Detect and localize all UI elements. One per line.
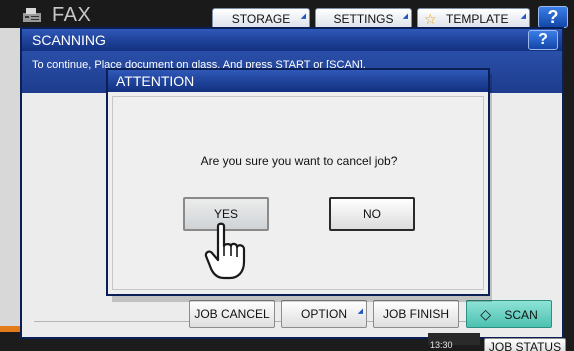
job-status-button[interactable]: JOB STATUS <box>484 338 566 351</box>
no-button[interactable]: NO <box>329 197 415 231</box>
screen: FAX STORAGE ◢ SETTINGS ◢ ☆ TEMPLATE ◢ ? … <box>0 0 574 351</box>
scanning-title: SCANNING <box>32 32 106 48</box>
background-accent-strip <box>0 326 20 332</box>
job-cancel-button[interactable]: JOB CANCEL <box>189 300 275 328</box>
scanning-help-button[interactable]: ? <box>528 30 558 50</box>
expand-arrow-icon: ◢ <box>357 308 363 315</box>
top-bar: FAX STORAGE ◢ SETTINGS ◢ ☆ TEMPLATE ◢ ? <box>0 0 574 30</box>
fax-icon <box>23 8 41 22</box>
expand-arrow-icon: ◢ <box>402 13 408 20</box>
scan-button-label: SCAN <box>504 308 538 322</box>
star-icon: ☆ <box>424 11 437 27</box>
help-button[interactable]: ? <box>538 6 568 28</box>
background-panel-edge <box>0 28 20 328</box>
job-finish-button[interactable]: JOB FINISH <box>373 300 459 328</box>
scanning-title-bar: SCANNING ? <box>22 29 562 51</box>
tab-template-label: TEMPLATE <box>446 12 509 26</box>
option-button[interactable]: OPTION ◢ <box>281 300 367 328</box>
app-title: FAX <box>52 4 92 26</box>
attention-body: Are you sure you want to cancel job? YES… <box>112 96 484 290</box>
tab-storage-label: STORAGE <box>231 12 291 26</box>
attention-title: ATTENTION <box>116 73 195 89</box>
expand-arrow-icon: ◢ <box>520 13 526 20</box>
attention-dialog: ATTENTION Are you sure you want to cance… <box>106 68 490 296</box>
hand-pointer-icon <box>204 222 246 280</box>
tab-settings-label: SETTINGS <box>333 12 394 26</box>
attention-title-bar: ATTENTION <box>108 70 488 92</box>
expand-arrow-icon: ◢ <box>300 13 306 20</box>
scan-diamond-icon: ◇ <box>480 306 492 322</box>
option-button-label: OPTION <box>300 307 347 321</box>
clock-time: 13:30 <box>430 340 453 350</box>
confirmation-message: Are you sure you want to cancel job? <box>200 154 398 168</box>
scan-button[interactable]: ◇ SCAN <box>466 300 552 328</box>
